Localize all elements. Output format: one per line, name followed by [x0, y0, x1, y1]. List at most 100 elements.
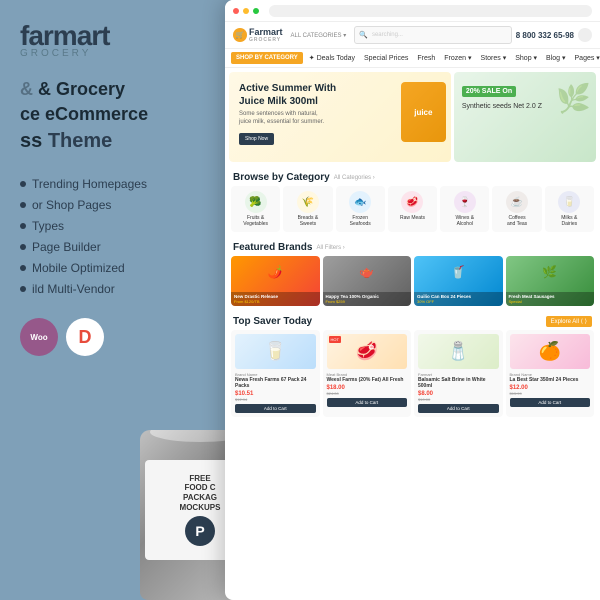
hero-side-banner: 20% SALE On Synthetic seeds Net 2.0 Z 🌿 [454, 72, 596, 162]
nav-stores[interactable]: Stores ▾ [478, 52, 510, 64]
badges-row: Woo D [20, 318, 220, 356]
left-panel: farmart GROCERY & & Grocery ce eCommerce… [0, 0, 240, 600]
shop-by-category-btn[interactable]: SHOP BY CATEGORY [231, 52, 303, 64]
features-list: Trending Homepages or Shop Pages Types P… [20, 177, 220, 296]
nav-shop[interactable]: Shop ▾ [512, 52, 540, 64]
wines-icon: 🍷 [454, 191, 476, 213]
all-categories[interactable]: ALL CATEGORIES ▾ [287, 32, 351, 39]
browser-chrome [225, 0, 600, 22]
product-image-4: 🍊 [510, 334, 591, 369]
feature-4: Page Builder [20, 240, 220, 254]
explore-all-btn[interactable]: Explore All ⟨ ⟩ [546, 316, 592, 327]
add-to-cart-4[interactable]: Add to Cart [510, 398, 591, 407]
maximize-dot [253, 8, 259, 14]
woo-badge: Woo [20, 318, 58, 356]
site-nav: SHOP BY CATEGORY ✦ Deals Today Special P… [225, 49, 600, 68]
brands-filter-link[interactable]: All Filters › [316, 245, 344, 251]
tagline-1: & Grocery [38, 79, 125, 99]
url-bar[interactable] [269, 5, 592, 17]
brand-card-2[interactable]: 🫖 Happy Tea 100% Organic From $259 [323, 256, 412, 306]
product-card-3: 🧂 Farmart Balsamic Salt Brine in White 5… [414, 330, 503, 417]
category-label: Fruits &Vegetables [234, 215, 277, 227]
site-logo-area: 🛒 Farmart GROCERY [233, 27, 283, 43]
bullet-icon [20, 265, 26, 271]
product-card-1: 🥛 Brand Name Newa Fresh Farms 67 Pack 24… [231, 330, 320, 417]
bullet-icon [20, 286, 26, 292]
site-header: 🛒 Farmart GROCERY ALL CATEGORIES ▾ 🔍 sea… [225, 22, 600, 49]
category-frozen[interactable]: 🐟 FrozenSeafoods [336, 186, 385, 232]
nav-pages[interactable]: Pages ▾ [572, 52, 600, 64]
nav-frozen[interactable]: Frozen ▾ [441, 52, 474, 64]
hero-cta-button[interactable]: Shop Now [239, 133, 274, 145]
hero-section: Active Summer With Juice Milk 300ml Some… [229, 72, 596, 162]
categories-grid: 🥦 Fruits &Vegetables 🌾 Breads &Sweets 🐟 … [225, 186, 600, 236]
hero-title: Active Summer With Juice Milk 300ml [239, 82, 339, 108]
product-card-2: HOT 🥩 Meat Brand Weesl Farms (20% Fat) A… [323, 330, 412, 417]
divi-badge: D [66, 318, 104, 356]
brand-overlay-4: Fresh Meat Sausages Special [506, 292, 595, 306]
hero-main-banner: Active Summer With Juice Milk 300ml Some… [229, 72, 451, 162]
brands-section-header: Featured Brands All Filters › [225, 236, 600, 256]
brand-overlay-1: New Drastic Release From $120/TB [231, 292, 320, 306]
search-input[interactable]: 🔍 searching... [354, 26, 512, 44]
logo-icon: 🛒 [233, 28, 247, 42]
bullet-icon [20, 202, 26, 208]
categories-title: Browse by Category [233, 172, 330, 183]
add-to-cart-3[interactable]: Add to Cart [418, 404, 499, 413]
add-to-cart-2[interactable]: Add to Cart [327, 398, 408, 407]
feature-5: Mobile Optimized [20, 261, 220, 275]
product-title-3: Balsamic Salt Brine in White 500ml [418, 377, 499, 389]
nav-blog[interactable]: Blog ▾ [543, 52, 568, 64]
brand-overlay-3: Guilio Can Box 24 Pieces 30% OFF [414, 292, 503, 306]
category-label: Coffeesand Teas [495, 215, 538, 227]
meats-icon: 🥩 [401, 191, 423, 213]
category-dairy[interactable]: 🥛 Milks &Dairies [545, 186, 594, 232]
category-fruits[interactable]: 🥦 Fruits &Vegetables [231, 186, 280, 232]
nav-deals[interactable]: ✦ Deals Today [306, 52, 358, 64]
user-account-icon[interactable] [578, 28, 592, 42]
category-breads[interactable]: 🌾 Breads &Sweets [283, 186, 332, 232]
category-label: Breads &Sweets [286, 215, 329, 227]
product-image-2: HOT 🥩 [327, 334, 408, 369]
all-categories-link[interactable]: All Categories › [334, 175, 375, 181]
minimize-dot [243, 8, 249, 14]
sale-badge: 20% SALE On [462, 86, 516, 97]
category-label: FrozenSeafoods [339, 215, 382, 227]
products-section-header: Top Saver Today Explore All ⟨ ⟩ [225, 310, 600, 330]
brand-card-1[interactable]: 🌶️ New Drastic Release From $120/TB [231, 256, 320, 306]
brand-card-4[interactable]: 🌿 Fresh Meat Sausages Special [506, 256, 595, 306]
category-meats[interactable]: 🥩 Raw Meats [388, 186, 437, 232]
fruits-icon: 🥦 [245, 191, 267, 213]
add-to-cart-1[interactable]: Add to Cart [235, 404, 316, 413]
tagline: & & Grocery ce eCommerce ss Theme [20, 77, 220, 155]
juice-product-image: juice [386, 77, 451, 152]
search-icon: 🔍 [359, 31, 368, 39]
category-coffee[interactable]: ☕ Coffeesand Teas [492, 186, 541, 232]
product-old-price-4: $15.99 [510, 391, 591, 396]
brands-row: 🌶️ New Drastic Release From $120/TB 🫖 Ha… [225, 256, 600, 310]
browser-panel: 🛒 Farmart GROCERY ALL CATEGORIES ▾ 🔍 sea… [225, 0, 600, 600]
bullet-icon [20, 223, 26, 229]
nav-special[interactable]: Special Prices [361, 53, 411, 64]
dairy-icon: 🥛 [558, 191, 580, 213]
nav-fresh[interactable]: Fresh [414, 53, 438, 64]
leaf-decoration: 🌿 [556, 82, 591, 115]
products-title: Top Saver Today [233, 316, 312, 327]
logo-subtitle: GROCERY [20, 48, 220, 59]
product-title-4: La Best Star 350ml 24 Pieces [510, 377, 591, 383]
brand-card-3[interactable]: 🥤 Guilio Can Box 24 Pieces 30% OFF [414, 256, 503, 306]
brands-title: Featured Brands [233, 242, 312, 253]
product-old-price-2: $24.00 [327, 391, 408, 396]
product-badge-2: HOT [329, 336, 341, 343]
feature-2: or Shop Pages [20, 198, 220, 212]
category-wines[interactable]: 🍷 Wines &Alcohol [440, 186, 489, 232]
product-image-1: 🥛 [235, 334, 316, 369]
categories-section-header: Browse by Category All Categories › [225, 166, 600, 186]
product-card-4: 🍊 Brand Name La Best Star 350ml 24 Piece… [506, 330, 595, 417]
product-old-price-3: $10.00 [418, 397, 499, 402]
hero-subtitle: Some sentences with natural, juice milk,… [239, 111, 329, 127]
product-image-3: 🧂 [418, 334, 499, 369]
feature-6: ild Multi-Vendor [20, 282, 220, 296]
coffee-icon: ☕ [506, 191, 528, 213]
tagline-3: ss [20, 130, 48, 152]
